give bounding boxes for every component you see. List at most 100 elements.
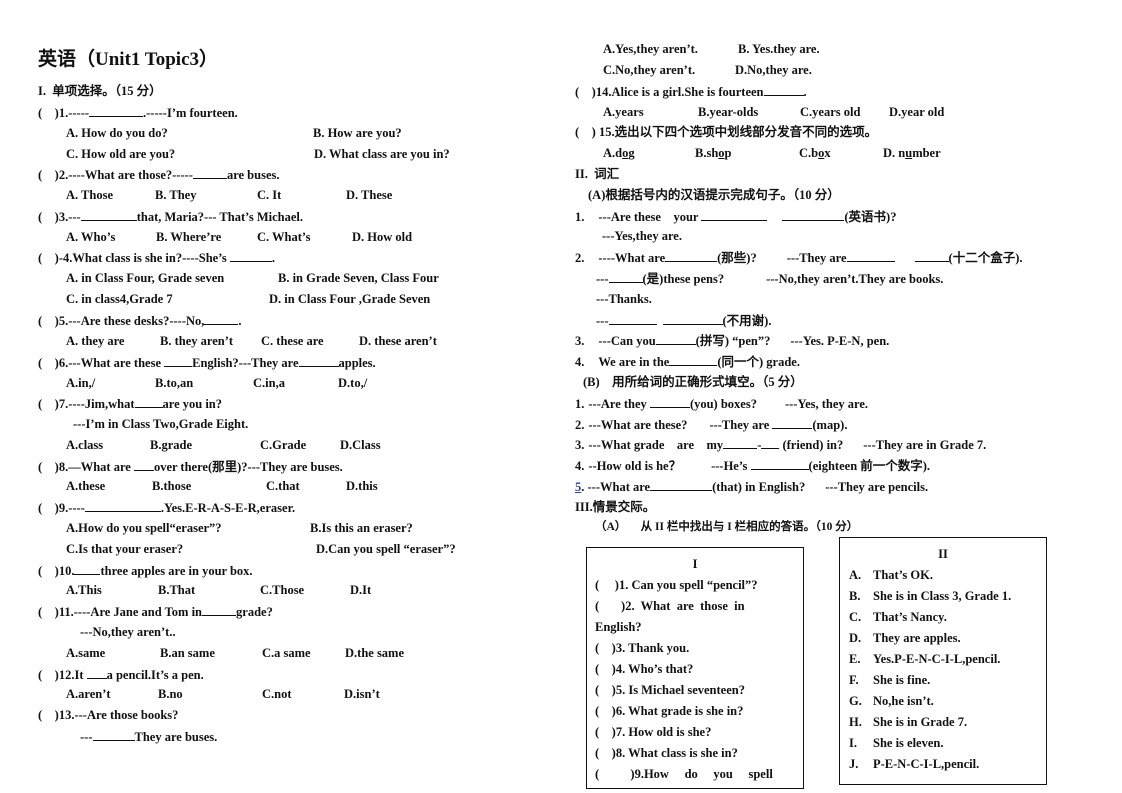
question-8: ( )8.—What are over there(那里)?---They ar…: [38, 458, 343, 475]
answer-blank[interactable]: [80, 208, 137, 221]
item-text: ---No,they aren’t.They are books.: [766, 272, 944, 286]
answer-blank[interactable]: [649, 395, 690, 408]
q8-stem: ( )8.—What are: [38, 460, 134, 474]
item-letter: D.: [849, 631, 862, 645]
item-hint: (是)these pens?: [642, 272, 725, 286]
answer-blank[interactable]: [134, 395, 163, 408]
answer-blank[interactable]: [665, 249, 718, 262]
vocab-a-item-1: 1. ---Are these your (英语书)?: [575, 208, 896, 225]
q15-a-post: g: [628, 146, 635, 160]
answer-blank[interactable]: [782, 208, 845, 221]
question-2: ( )2.----What are those?----- are buses.: [38, 166, 280, 183]
item-hint: (eighteen 前一个数字).: [808, 459, 931, 473]
q15-option-c: C.box: [799, 145, 831, 161]
q4-option-a: A. in Class Four, Grade seven: [66, 271, 225, 285]
item-hint: (拼写) “pen”?: [695, 334, 771, 348]
column-i-box: I ( )1. Can you spell “pencil”? ( )2. Wh…: [586, 547, 804, 789]
answer-blank[interactable]: [608, 270, 643, 283]
q6-option-c: C.in,a: [253, 376, 285, 390]
item-number: 2.: [575, 418, 585, 432]
q5-stem-end: .: [238, 314, 242, 328]
item-hint: (十二个盒子).: [948, 251, 1023, 265]
item-text: ---What are these?: [588, 418, 688, 432]
item-letter: A.: [849, 568, 862, 582]
section1-heading: I. 单项选择。（15 分）: [38, 84, 162, 98]
item-hint: (friend) in?: [779, 438, 844, 452]
answer-blank[interactable]: [192, 166, 227, 179]
answer-blank[interactable]: [723, 436, 758, 449]
q4-option-d: D. in Class Four ,Grade Seven: [269, 292, 431, 306]
column-i-item-9: ( )9.How do you spell: [595, 767, 773, 781]
q7-option-c: C.Grade: [260, 438, 307, 452]
question-3: ( )3.--- that, Maria?--- That’s Michael.: [38, 208, 303, 225]
q2-stem-end: are buses.: [226, 168, 280, 182]
item-text: ---Yes. P-E-N, pen.: [790, 334, 890, 348]
q3-stem: ( )3.---: [38, 210, 81, 224]
item-text: P-E-N-C-I-L,pencil.: [873, 757, 980, 771]
answer-blank[interactable]: [763, 83, 804, 96]
answer-blank[interactable]: [701, 208, 768, 221]
q10-stem: ( )10.: [38, 564, 75, 578]
section3a-heading: （A） 从 II 栏中找出与 I 栏相应的答语。（10 分）: [595, 521, 859, 533]
q3-option-a: A. Who’s: [66, 230, 116, 244]
q15-option-d: D. number: [883, 145, 941, 161]
item-letter: G.: [849, 694, 862, 708]
answer-blank[interactable]: [204, 312, 239, 325]
answer-blank[interactable]: [914, 249, 949, 262]
q3-stem-end: that, Maria?--- That’s Michael.: [136, 210, 303, 224]
answer-blank[interactable]: [84, 499, 161, 512]
answer-blank[interactable]: [89, 104, 144, 117]
q6-stem-end: apples.: [338, 356, 376, 370]
q8-option-c: C.that: [266, 479, 300, 493]
answer-blank[interactable]: [86, 666, 107, 679]
q1-option-d: D. What class are you in?: [314, 147, 450, 161]
q4-option-c: C. in class4,Grade 7: [66, 292, 173, 306]
answer-blank[interactable]: [133, 458, 154, 471]
q15-b-post: p: [724, 146, 732, 160]
item-number: 3.: [575, 334, 585, 348]
column-i-item-2: ( )2. What are those in: [595, 599, 745, 613]
column-i-header: I: [692, 557, 698, 571]
question-7: ( )7.----Jim,what are you in?: [38, 395, 222, 412]
item-text: We are in the: [598, 355, 670, 369]
q8-option-b: B.those: [152, 479, 192, 493]
answer-blank[interactable]: [608, 312, 657, 325]
answer-blank[interactable]: [229, 249, 272, 262]
column-ii-item-d: D. They are apples.: [849, 630, 961, 646]
column-i-item-4: ( )4. Who’s that?: [595, 662, 694, 676]
column-ii-item-e: E. Yes.P-E-N-C-I-L,pencil.: [849, 651, 1000, 667]
question-14: ( )14.Alice is a girl.She is fourteen.: [575, 83, 807, 100]
item-text: ---Yes, they are.: [784, 397, 869, 411]
q10-option-c: C.Those: [260, 583, 305, 597]
q14-option-a: A.years: [603, 105, 644, 119]
answer-blank[interactable]: [846, 249, 895, 262]
q10-option-b: B.That: [158, 583, 196, 597]
q2-option-b: B. They: [155, 188, 197, 202]
answer-blank[interactable]: [662, 312, 723, 325]
item-number: 4.: [575, 355, 585, 369]
q9-stem-end: .Yes.E-R-A-S-E-R,eraser.: [160, 501, 296, 515]
answer-blank[interactable]: [750, 457, 809, 470]
q13-option-b: B. Yes.they are.: [738, 42, 820, 56]
item-text: --How old is he？: [588, 459, 682, 473]
q2-option-a: A. Those: [66, 188, 114, 202]
answer-blank[interactable]: [74, 562, 101, 575]
item-text: She is in Class 3, Grade 1.: [873, 589, 1012, 603]
answer-blank[interactable]: [92, 728, 135, 741]
answer-blank[interactable]: [761, 436, 780, 449]
answer-blank[interactable]: [164, 354, 193, 367]
q9-stem: ( )9.----: [38, 501, 85, 515]
answer-blank[interactable]: [655, 332, 696, 345]
q3-option-d: D. How old: [352, 230, 413, 244]
answer-blank[interactable]: [202, 603, 237, 616]
item-hint: (that) in English?: [712, 480, 806, 494]
answer-blank[interactable]: [298, 354, 339, 367]
answer-blank[interactable]: [650, 478, 713, 491]
q13-option-a: A.Yes,they aren’t.: [603, 42, 698, 56]
item-text: No,he isn’t.: [873, 694, 934, 708]
item-hint: (英语书)?: [844, 210, 897, 224]
answer-blank[interactable]: [669, 353, 718, 366]
item-number: 1.: [575, 397, 585, 411]
item-text: ---They are pencils.: [825, 480, 929, 494]
answer-blank[interactable]: [772, 416, 813, 429]
